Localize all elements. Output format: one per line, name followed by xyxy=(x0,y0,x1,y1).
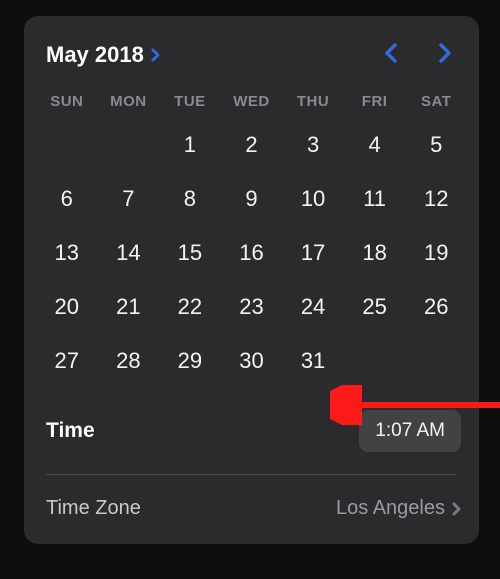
calendar-day[interactable]: 16 xyxy=(221,226,283,280)
calendar-day[interactable]: 28 xyxy=(98,334,160,388)
calendar-day[interactable]: 31 xyxy=(282,334,344,388)
calendar-day[interactable]: 30 xyxy=(221,334,283,388)
time-picker-button[interactable]: 1:07 AM xyxy=(359,410,461,452)
calendar-day[interactable]: 11 xyxy=(344,172,406,226)
prev-month-button[interactable] xyxy=(379,38,403,71)
calendar-day[interactable]: 27 xyxy=(36,334,98,388)
calendar-day[interactable]: 10 xyxy=(282,172,344,226)
day-of-week-header: SAT xyxy=(405,83,467,118)
calendar-empty-cell xyxy=(98,118,160,172)
calendar-day[interactable]: 15 xyxy=(159,226,221,280)
calendar-day[interactable]: 3 xyxy=(282,118,344,172)
chevron-right-icon xyxy=(437,42,453,64)
chevron-right-icon xyxy=(451,500,463,518)
calendar-day[interactable]: 2 xyxy=(221,118,283,172)
month-year-label: May 2018 xyxy=(46,42,144,68)
day-of-week-header: THU xyxy=(282,83,344,118)
calendar-day[interactable]: 13 xyxy=(36,226,98,280)
chevron-right-icon xyxy=(150,47,162,63)
calendar-day[interactable]: 25 xyxy=(344,280,406,334)
date-time-panel: May 2018 SUNMONTUEWEDTHUFRISAT1234567891… xyxy=(24,16,479,544)
calendar-day[interactable]: 21 xyxy=(98,280,160,334)
calendar-day[interactable]: 4 xyxy=(344,118,406,172)
timezone-label: Time Zone xyxy=(46,497,141,520)
day-of-week-header: WED xyxy=(221,83,283,118)
month-year-button[interactable]: May 2018 xyxy=(46,42,162,68)
chevron-left-icon xyxy=(383,42,399,64)
timezone-row[interactable]: Time Zone Los Angeles xyxy=(24,475,479,544)
timezone-value-wrap: Los Angeles xyxy=(336,497,463,520)
calendar-day[interactable]: 20 xyxy=(36,280,98,334)
time-label: Time xyxy=(46,419,95,443)
calendar-day[interactable]: 26 xyxy=(405,280,467,334)
timezone-value: Los Angeles xyxy=(336,497,445,520)
calendar-day[interactable]: 9 xyxy=(221,172,283,226)
calendar-day[interactable]: 18 xyxy=(344,226,406,280)
calendar-day[interactable]: 17 xyxy=(282,226,344,280)
next-month-button[interactable] xyxy=(433,38,457,71)
day-of-week-header: TUE xyxy=(159,83,221,118)
calendar-day[interactable]: 22 xyxy=(159,280,221,334)
calendar-day[interactable]: 12 xyxy=(405,172,467,226)
day-of-week-header: MON xyxy=(98,83,160,118)
calendar-day[interactable]: 29 xyxy=(159,334,221,388)
time-row: Time 1:07 AM xyxy=(24,404,479,474)
calendar-day[interactable]: 7 xyxy=(98,172,160,226)
calendar-day[interactable]: 8 xyxy=(159,172,221,226)
calendar-day[interactable]: 5 xyxy=(405,118,467,172)
calendar-day[interactable]: 6 xyxy=(36,172,98,226)
calendar-day[interactable]: 19 xyxy=(405,226,467,280)
month-nav xyxy=(379,38,461,71)
calendar-grid: SUNMONTUEWEDTHUFRISAT1234567891011121314… xyxy=(24,75,479,404)
calendar-day[interactable]: 14 xyxy=(98,226,160,280)
calendar-day[interactable]: 24 xyxy=(282,280,344,334)
calendar-header: May 2018 xyxy=(24,16,479,75)
calendar-empty-cell xyxy=(36,118,98,172)
calendar-day[interactable]: 1 xyxy=(159,118,221,172)
calendar-day[interactable]: 23 xyxy=(221,280,283,334)
day-of-week-header: SUN xyxy=(36,83,98,118)
time-value: 1:07 AM xyxy=(375,420,445,441)
day-of-week-header: FRI xyxy=(344,83,406,118)
